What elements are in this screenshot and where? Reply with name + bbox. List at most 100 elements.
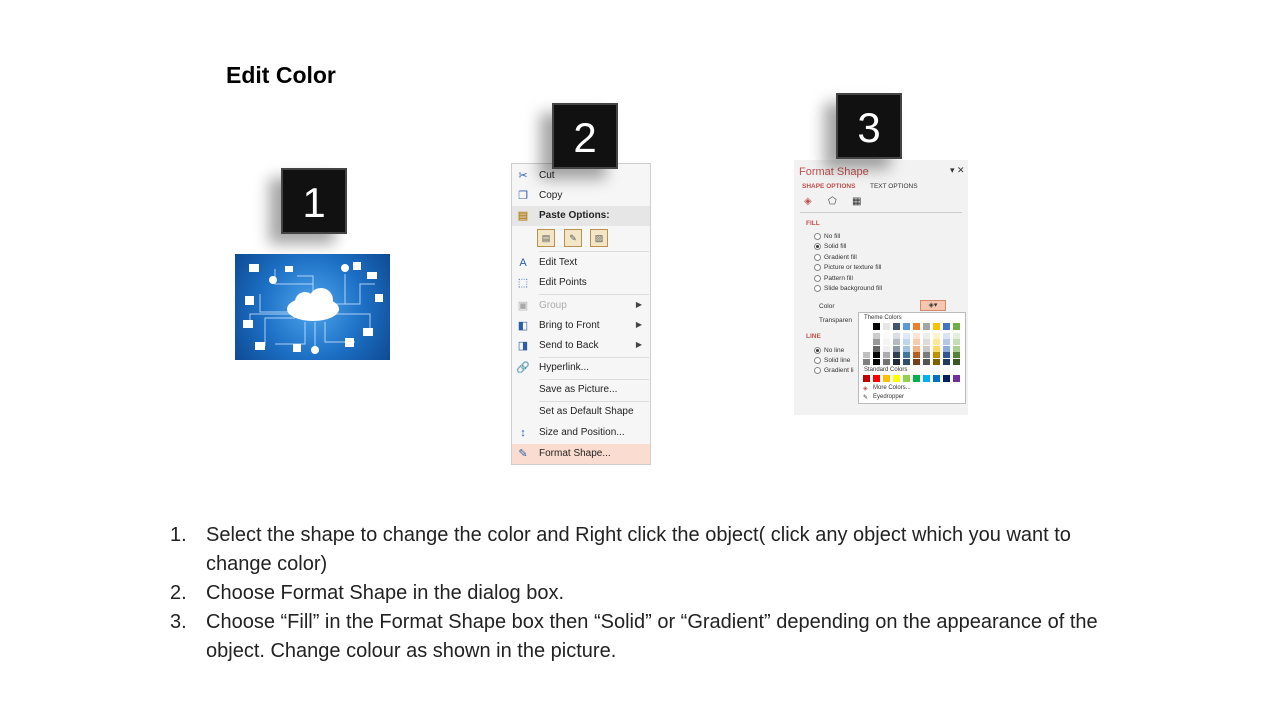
menu-item-hyperlink[interactable]: 🔗 Hyperlink...	[512, 358, 650, 378]
menu-item-edit-text[interactable]: A Edit Text	[512, 253, 650, 273]
theme-color-swatch[interactable]	[953, 323, 960, 330]
theme-color-swatch[interactable]	[883, 323, 890, 330]
color-picker-button[interactable]: ◈▾	[920, 300, 946, 311]
theme-color-swatch[interactable]	[903, 339, 910, 345]
theme-color-swatch[interactable]	[893, 332, 900, 339]
theme-color-swatch[interactable]	[863, 345, 870, 352]
theme-color-swatch[interactable]	[903, 345, 910, 352]
theme-color-swatch[interactable]	[873, 358, 880, 365]
standard-color-swatch[interactable]	[943, 375, 950, 382]
theme-color-swatch[interactable]	[943, 358, 950, 365]
theme-color-swatch[interactable]	[913, 323, 920, 330]
theme-color-swatch[interactable]	[883, 358, 890, 365]
size-properties-icon[interactable]: ▦	[852, 196, 861, 207]
menu-item-bring-to-front[interactable]: ◧ Bring to Front ▶	[512, 316, 650, 336]
theme-color-swatch[interactable]	[913, 339, 920, 345]
theme-color-swatch[interactable]	[893, 345, 900, 352]
theme-color-swatch[interactable]	[873, 345, 880, 352]
theme-color-swatch[interactable]	[933, 352, 940, 358]
theme-color-swatch[interactable]	[933, 345, 940, 352]
radio-no-fill[interactable]	[814, 233, 821, 240]
theme-color-swatch[interactable]	[883, 345, 890, 352]
more-colors-link[interactable]: More Colors...	[873, 385, 911, 391]
theme-color-swatch[interactable]	[863, 339, 870, 345]
menu-item-send-to-back[interactable]: ◨ Send to Back ▶	[512, 336, 650, 356]
theme-color-swatch[interactable]	[873, 339, 880, 345]
theme-color-swatch[interactable]	[913, 332, 920, 339]
theme-color-swatch[interactable]	[933, 323, 940, 330]
theme-color-swatch[interactable]	[913, 352, 920, 358]
theme-color-swatch[interactable]	[863, 358, 870, 365]
theme-color-swatch[interactable]	[883, 339, 890, 345]
paste-option-keep-formatting-icon[interactable]: ▤	[537, 229, 555, 247]
radio-pattern-fill[interactable]	[814, 275, 821, 282]
theme-color-swatch[interactable]	[943, 345, 950, 352]
standard-color-swatch[interactable]	[883, 375, 890, 382]
theme-color-swatch[interactable]	[883, 332, 890, 339]
theme-color-swatch[interactable]	[873, 352, 880, 358]
paste-option-picture-icon[interactable]: ▨	[590, 229, 608, 247]
radio-solid-line[interactable]	[814, 357, 821, 364]
theme-color-swatch[interactable]	[873, 332, 880, 339]
theme-color-swatch[interactable]	[943, 339, 950, 345]
theme-color-swatch[interactable]	[933, 358, 940, 365]
theme-color-swatch[interactable]	[893, 358, 900, 365]
radio-slide-background-fill[interactable]	[814, 285, 821, 292]
theme-color-swatch[interactable]	[923, 339, 930, 345]
theme-color-swatch[interactable]	[883, 352, 890, 358]
radio-no-line[interactable]	[814, 347, 821, 354]
menu-item-copy[interactable]: ❐ Copy	[512, 186, 650, 206]
paste-option-merge-icon[interactable]: ✎	[564, 229, 582, 247]
line-section-header[interactable]: LINE	[806, 333, 821, 340]
radio-gradient-fill[interactable]	[814, 254, 821, 261]
theme-color-swatch[interactable]	[903, 332, 910, 339]
theme-color-swatch[interactable]	[933, 339, 940, 345]
theme-color-swatch[interactable]	[933, 332, 940, 339]
theme-color-swatch[interactable]	[953, 358, 960, 365]
theme-color-swatch[interactable]	[873, 323, 880, 330]
theme-color-swatch[interactable]	[923, 345, 930, 352]
fill-section-header[interactable]: FILL	[806, 220, 820, 227]
standard-color-swatch[interactable]	[863, 375, 870, 382]
theme-color-swatch[interactable]	[913, 358, 920, 365]
effects-icon[interactable]: ⬠	[828, 196, 837, 207]
theme-color-swatch[interactable]	[903, 358, 910, 365]
theme-color-swatch[interactable]	[903, 323, 910, 330]
menu-item-save-as-picture[interactable]: Save as Picture...	[512, 380, 650, 400]
theme-color-swatch[interactable]	[923, 358, 930, 365]
theme-color-swatch[interactable]	[953, 332, 960, 339]
tab-text-options[interactable]: TEXT OPTIONS	[870, 183, 918, 190]
menu-item-group[interactable]: ▣ Group ▶	[512, 296, 650, 316]
theme-color-swatch[interactable]	[893, 323, 900, 330]
standard-color-swatch[interactable]	[873, 375, 880, 382]
theme-color-swatch[interactable]	[923, 332, 930, 339]
theme-color-swatch[interactable]	[863, 352, 870, 358]
close-icon[interactable]: ▾ ✕	[950, 165, 965, 176]
theme-color-swatch[interactable]	[893, 352, 900, 358]
theme-color-swatch[interactable]	[943, 332, 950, 339]
standard-color-swatch[interactable]	[893, 375, 900, 382]
theme-color-swatch[interactable]	[913, 345, 920, 352]
standard-color-swatch[interactable]	[933, 375, 940, 382]
theme-color-swatch[interactable]	[893, 339, 900, 345]
standard-color-swatch[interactable]	[913, 375, 920, 382]
eyedropper-link[interactable]: Eyedropper	[873, 394, 904, 400]
standard-color-swatch[interactable]	[903, 375, 910, 382]
menu-item-format-shape[interactable]: ✎ Format Shape...	[512, 444, 650, 464]
theme-color-swatch[interactable]	[953, 339, 960, 345]
standard-color-swatch[interactable]	[923, 375, 930, 382]
theme-color-swatch[interactable]	[903, 352, 910, 358]
radio-picture-fill[interactable]	[814, 264, 821, 271]
theme-color-swatch[interactable]	[953, 345, 960, 352]
theme-color-swatch[interactable]	[923, 323, 930, 330]
menu-item-edit-points[interactable]: ⬚ Edit Points	[512, 273, 650, 293]
theme-color-swatch[interactable]	[863, 332, 870, 339]
theme-color-swatch[interactable]	[943, 323, 950, 330]
fill-line-icon[interactable]: ◈	[804, 196, 812, 207]
theme-color-swatch[interactable]	[953, 352, 960, 358]
radio-solid-fill[interactable]	[814, 243, 821, 250]
menu-item-set-default-shape[interactable]: Set as Default Shape	[512, 402, 650, 422]
tab-shape-options[interactable]: SHAPE OPTIONS	[802, 183, 855, 190]
theme-color-swatch[interactable]	[923, 352, 930, 358]
radio-gradient-line[interactable]	[814, 367, 821, 374]
